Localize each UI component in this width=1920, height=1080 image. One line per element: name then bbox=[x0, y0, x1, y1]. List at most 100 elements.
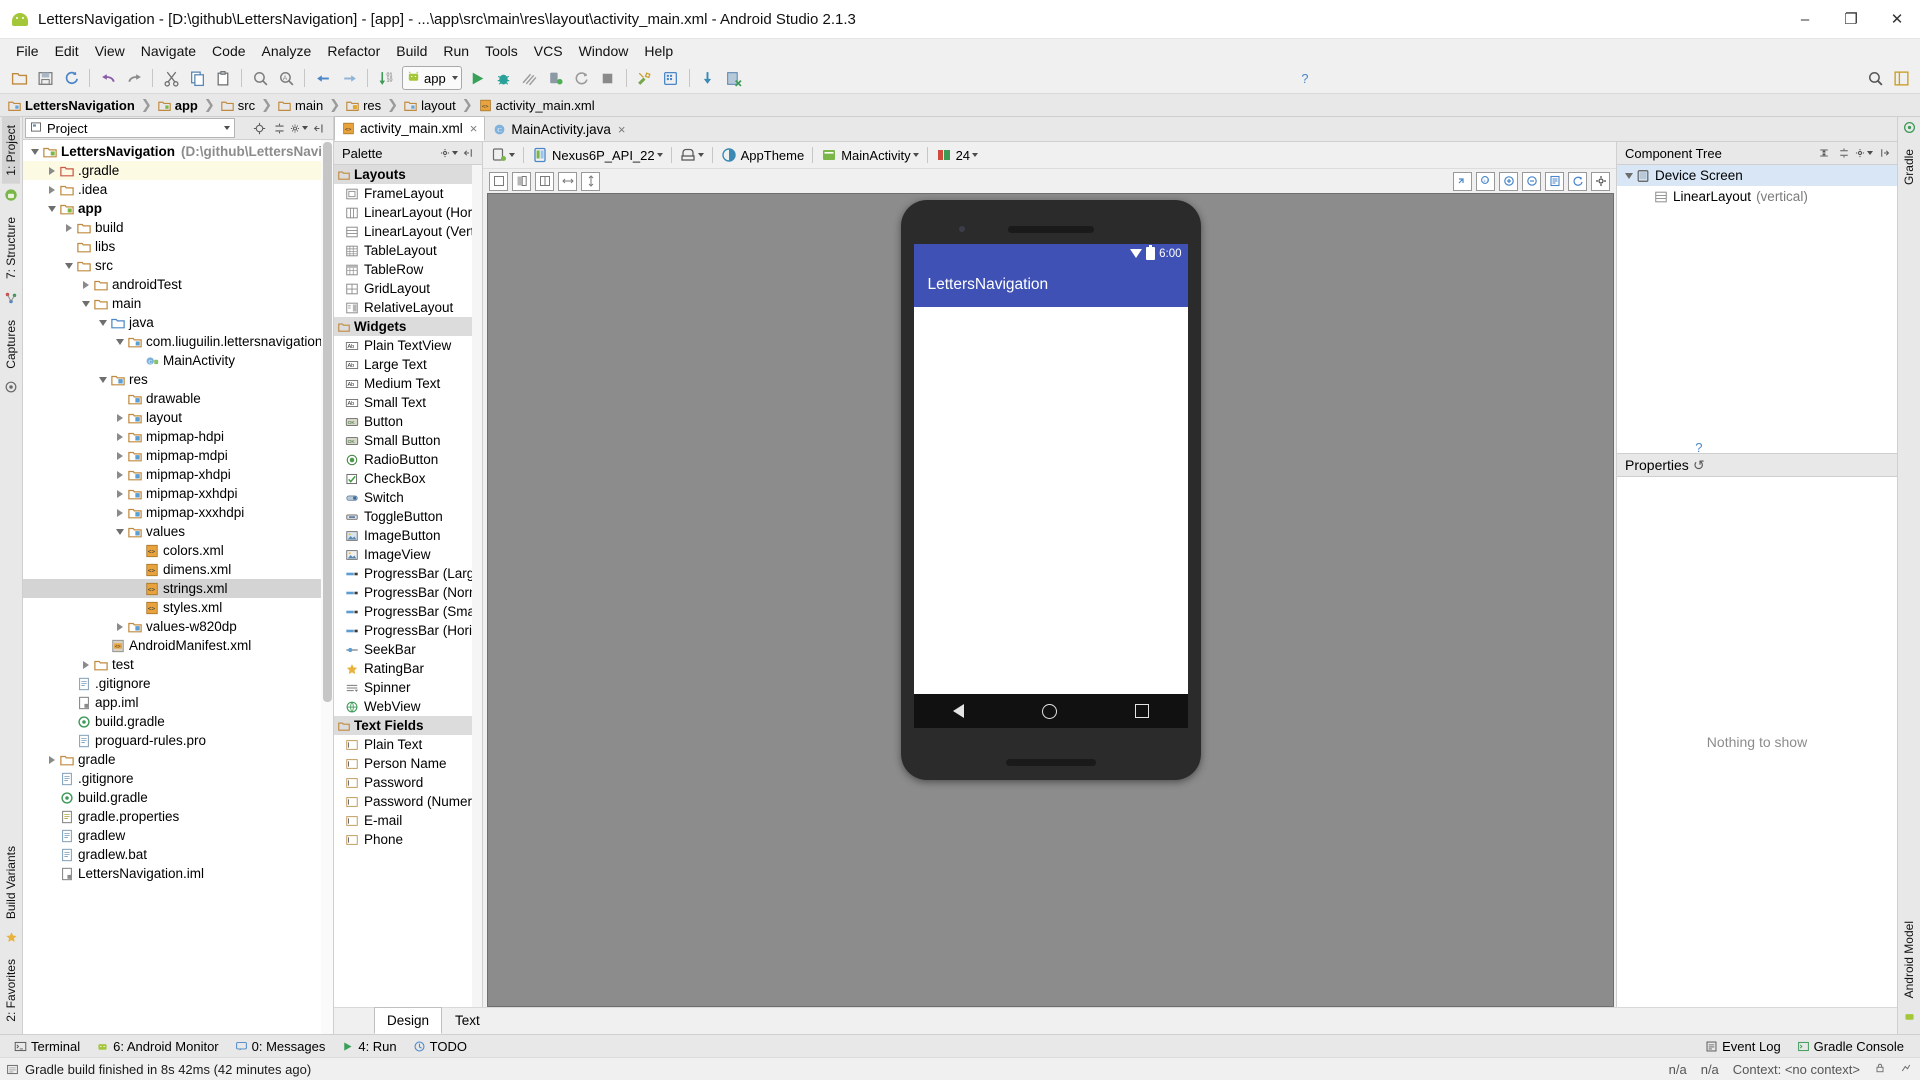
bottom-item-terminal[interactable]: Terminal bbox=[6, 1036, 88, 1056]
palette-item[interactable]: ToggleButton bbox=[334, 507, 482, 526]
tree-node[interactable]: test bbox=[23, 655, 333, 674]
tree-node[interactable]: LettersNavigation.iml bbox=[23, 864, 333, 883]
phone-screen[interactable]: 6:00 LettersNavigation bbox=[914, 244, 1188, 728]
menu-edit[interactable]: Edit bbox=[47, 41, 87, 61]
collapse-all-icon[interactable] bbox=[270, 119, 288, 137]
expand-arrow-icon[interactable] bbox=[46, 754, 57, 765]
component-tree-node[interactable]: LinearLayout(vertical) bbox=[1617, 186, 1897, 207]
orientation-selector[interactable] bbox=[677, 145, 707, 165]
breadcrumb-item-src[interactable]: src bbox=[221, 98, 259, 113]
nav-home-icon[interactable] bbox=[1042, 704, 1057, 719]
tree-node[interactable]: .gradle bbox=[23, 161, 333, 180]
copy-icon[interactable] bbox=[185, 66, 209, 90]
tab-text[interactable]: Text bbox=[442, 1007, 493, 1034]
tree-node[interactable]: values-w820dp bbox=[23, 617, 333, 636]
expand-arrow-icon[interactable] bbox=[114, 450, 125, 461]
palette-item[interactable]: Switch bbox=[334, 488, 482, 507]
captures-icon[interactable] bbox=[4, 380, 18, 397]
palette-item[interactable]: Plain Text bbox=[334, 735, 482, 754]
tree-node[interactable]: src bbox=[23, 256, 333, 275]
screenshot-icon[interactable] bbox=[1545, 172, 1564, 191]
collapse-arrow-icon[interactable] bbox=[114, 336, 125, 347]
palette-item[interactable]: ImageButton bbox=[334, 526, 482, 545]
palette-item[interactable]: RelativeLayout bbox=[334, 298, 482, 317]
sidebar-item-android-model[interactable]: Android Model bbox=[1900, 913, 1918, 1006]
expand-arrow-icon[interactable] bbox=[114, 431, 125, 442]
palette-item[interactable]: WebView bbox=[334, 697, 482, 716]
debug-icon[interactable] bbox=[492, 66, 516, 90]
tab-mainactivity-java[interactable]: C MainActivity.java × bbox=[485, 117, 633, 141]
hide-panel-icon[interactable] bbox=[460, 144, 478, 162]
help-icon[interactable]: ? bbox=[1292, 66, 1316, 90]
expand-arrow-icon[interactable] bbox=[114, 507, 125, 518]
expand-arrow-icon[interactable] bbox=[46, 165, 57, 176]
tree-node[interactable]: <>colors.xml bbox=[23, 541, 333, 560]
tree-node[interactable]: layout bbox=[23, 408, 333, 427]
tree-node[interactable]: mipmap-xxxhdpi bbox=[23, 503, 333, 522]
component-tree-node[interactable]: Device Screen bbox=[1617, 165, 1897, 186]
menu-file[interactable]: File bbox=[8, 41, 47, 61]
pan-tool-icon[interactable] bbox=[1453, 172, 1472, 191]
show-both-icon[interactable] bbox=[535, 172, 554, 191]
tab-design[interactable]: Design bbox=[374, 1007, 442, 1034]
tree-node[interactable]: build bbox=[23, 218, 333, 237]
expand-arrow-icon[interactable] bbox=[114, 488, 125, 499]
collapse-arrow-icon[interactable] bbox=[1623, 173, 1634, 179]
design-canvas[interactable]: 6:00 LettersNavigation bbox=[487, 193, 1614, 1007]
palette-item[interactable]: LinearLayout (Horizo bbox=[334, 203, 482, 222]
help-icon[interactable]: ? bbox=[1690, 438, 1708, 456]
tree-node[interactable]: <>dimens.xml bbox=[23, 560, 333, 579]
api-level-selector[interactable]: 24 bbox=[933, 145, 981, 165]
settings-gear-icon[interactable] bbox=[1855, 144, 1873, 162]
palette-item[interactable]: AbPlain TextView bbox=[334, 336, 482, 355]
close-icon[interactable]: × bbox=[618, 122, 626, 137]
palette-item[interactable]: Password bbox=[334, 773, 482, 792]
cut-icon[interactable] bbox=[159, 66, 183, 90]
zoom-to-fit-icon[interactable]: 1:1 bbox=[1476, 172, 1495, 191]
tab-activity-main-xml[interactable]: <> activity_main.xml × bbox=[334, 116, 485, 141]
tree-node[interactable]: .gitignore bbox=[23, 769, 333, 788]
device-selector[interactable]: Nexus6P_API_22 bbox=[529, 145, 666, 165]
expand-all-icon[interactable] bbox=[1815, 144, 1833, 162]
close-icon[interactable]: × bbox=[470, 121, 478, 136]
palette-group-header[interactable]: Widgets bbox=[334, 317, 482, 336]
open-project-icon[interactable] bbox=[7, 66, 31, 90]
palette-item[interactable]: AbSmall Text bbox=[334, 393, 482, 412]
bottom-item-android-monitor[interactable]: 6: Android Monitor bbox=[88, 1036, 227, 1056]
menu-analyze[interactable]: Analyze bbox=[254, 41, 320, 61]
breadcrumb-item-project[interactable]: LettersNavigation bbox=[8, 98, 139, 113]
layout-settings-icon[interactable] bbox=[1889, 66, 1913, 90]
palette-item[interactable]: LinearLayout (Vertic bbox=[334, 222, 482, 241]
sidebar-item-structure[interactable]: 7: Structure bbox=[2, 209, 20, 287]
theme-selector[interactable]: AppTheme bbox=[718, 145, 808, 165]
menu-help[interactable]: Help bbox=[636, 41, 681, 61]
palette-list[interactable]: LayoutsFrameLayoutLinearLayout (HorizoLi… bbox=[334, 165, 482, 1007]
tree-node[interactable]: gradlew bbox=[23, 826, 333, 845]
redo-icon[interactable] bbox=[122, 66, 146, 90]
collapse-arrow-icon[interactable] bbox=[114, 526, 125, 537]
palette-group-header[interactable]: Layouts bbox=[334, 165, 482, 184]
sidebar-item-project[interactable]: 1: Project bbox=[2, 117, 20, 184]
app-content-area[interactable] bbox=[914, 307, 1188, 694]
project-tree[interactable]: LettersNavigation(D:\github\LettersNavig… bbox=[23, 140, 333, 1034]
expand-arrow-icon[interactable] bbox=[63, 222, 74, 233]
attach-debugger-icon[interactable] bbox=[544, 66, 568, 90]
palette-item[interactable]: ImageView bbox=[334, 545, 482, 564]
expand-arrow-icon[interactable] bbox=[114, 621, 125, 632]
palette-item[interactable]: Phone bbox=[334, 830, 482, 849]
menu-vcs[interactable]: VCS bbox=[526, 41, 571, 61]
collapse-arrow-icon[interactable] bbox=[63, 260, 74, 271]
breadcrumb-item-file[interactable]: <> activity_main.xml bbox=[479, 98, 599, 113]
bottom-item-run[interactable]: 4: Run bbox=[333, 1036, 404, 1056]
tree-node[interactable]: mipmap-mdpi bbox=[23, 446, 333, 465]
rerun-icon[interactable] bbox=[570, 66, 594, 90]
structure-icon[interactable] bbox=[4, 291, 18, 308]
collapse-arrow-icon[interactable] bbox=[46, 203, 57, 214]
back-icon[interactable] bbox=[311, 66, 335, 90]
tree-node[interactable]: java bbox=[23, 313, 333, 332]
tree-node[interactable]: <>AndroidManifest.xml bbox=[23, 636, 333, 655]
search-everywhere-icon[interactable] bbox=[1863, 66, 1887, 90]
palette-item[interactable]: ProgressBar (Norma bbox=[334, 583, 482, 602]
tree-node[interactable]: mipmap-xhdpi bbox=[23, 465, 333, 484]
collapse-all-icon[interactable] bbox=[1835, 144, 1853, 162]
